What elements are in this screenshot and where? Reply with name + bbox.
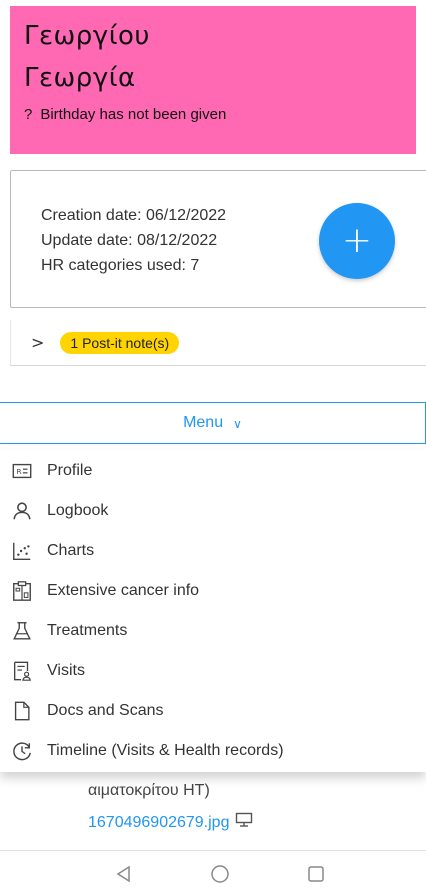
- menu-item-timeline[interactable]: Timeline (Visits & Health records): [10, 736, 284, 766]
- home-icon[interactable]: [210, 864, 230, 889]
- menu-item-visits[interactable]: Visits: [10, 656, 85, 686]
- record-text: αιματοκρίτου ΗΤ): [88, 782, 210, 799]
- postit-row[interactable]: > 1 Post-it note(s): [10, 320, 426, 366]
- menu-item-extensive-cancer-info[interactable]: Extensive cancer info: [10, 576, 199, 606]
- file-link-text[interactable]: 1670496902679.jpg: [88, 814, 229, 832]
- health-record-entry: αιματοκρίτου ΗΤ) 1670496902679.jpg: [0, 772, 426, 852]
- patient-header: Γεωργίου Γεωργία ? Birthday has not been…: [10, 6, 416, 154]
- menu-item-label[interactable]: Treatments: [47, 622, 127, 640]
- menu-item-docs-and-scans[interactable]: Docs and Scans: [10, 696, 164, 726]
- file-link[interactable]: 1670496902679.jpg: [88, 812, 253, 833]
- patient-first-name: Γεωργία: [24, 63, 136, 93]
- creation-date: Creation date: 06/12/2022: [41, 207, 227, 224]
- svg-text:R: R: [17, 467, 22, 476]
- menu-toggle[interactable]: Menu ∨: [0, 402, 426, 444]
- menu-item-label[interactable]: Docs and Scans: [47, 702, 164, 720]
- menu-item-label[interactable]: Extensive cancer info: [47, 582, 199, 600]
- flask-icon: [10, 619, 34, 643]
- menu-item-label[interactable]: Charts: [47, 542, 94, 560]
- system-navigation-bar: [0, 852, 426, 894]
- menu-item-profile[interactable]: R Profile: [10, 456, 92, 486]
- menu-item-label[interactable]: Logbook: [47, 502, 108, 520]
- document-person-icon: [10, 659, 34, 683]
- update-date: Update date: 08/12/2022: [41, 232, 218, 249]
- question-icon: ?: [24, 106, 33, 123]
- record-info-card: Creation date: 06/12/2022 Update date: 0…: [10, 170, 426, 308]
- file-icon: [10, 699, 34, 723]
- divider: [0, 850, 426, 851]
- record-info-lines: Creation date: 06/12/2022 Update date: 0…: [41, 203, 226, 278]
- menu-item-label[interactable]: Timeline (Visits & Health records): [47, 742, 284, 760]
- postit-badge[interactable]: 1 Post-it note(s): [60, 331, 180, 354]
- menu-item-label[interactable]: Visits: [47, 662, 85, 680]
- birthday-text: Birthday has not been given: [40, 106, 227, 123]
- clipboard-icon: [10, 579, 34, 603]
- monitor-icon[interactable]: [235, 812, 253, 833]
- menu-item-label[interactable]: Profile: [47, 462, 92, 480]
- clock-history-icon: [10, 739, 34, 763]
- birthday-row: ? Birthday has not been given: [24, 106, 402, 123]
- menu-label[interactable]: Menu: [183, 414, 223, 432]
- menu-item-treatments[interactable]: Treatments: [10, 616, 127, 646]
- id-card-icon: R: [10, 459, 34, 483]
- menu-dropdown: R Profile Logbook Charts Extensive cance…: [0, 450, 426, 772]
- chevron-down-icon[interactable]: ∨: [233, 417, 242, 431]
- person-icon: [10, 499, 34, 523]
- menu-item-logbook[interactable]: Logbook: [10, 496, 108, 526]
- recents-icon[interactable]: [306, 864, 326, 889]
- add-button[interactable]: +: [319, 203, 395, 279]
- patient-surname: Γεωργίου: [24, 21, 150, 51]
- hr-categories: HR categories used: 7: [41, 257, 200, 274]
- back-icon[interactable]: [114, 864, 134, 889]
- plus-icon: +: [341, 220, 373, 261]
- menu-item-charts[interactable]: Charts: [10, 536, 94, 566]
- chevron-right-icon[interactable]: >: [31, 333, 44, 352]
- scatter-chart-icon: [10, 539, 34, 563]
